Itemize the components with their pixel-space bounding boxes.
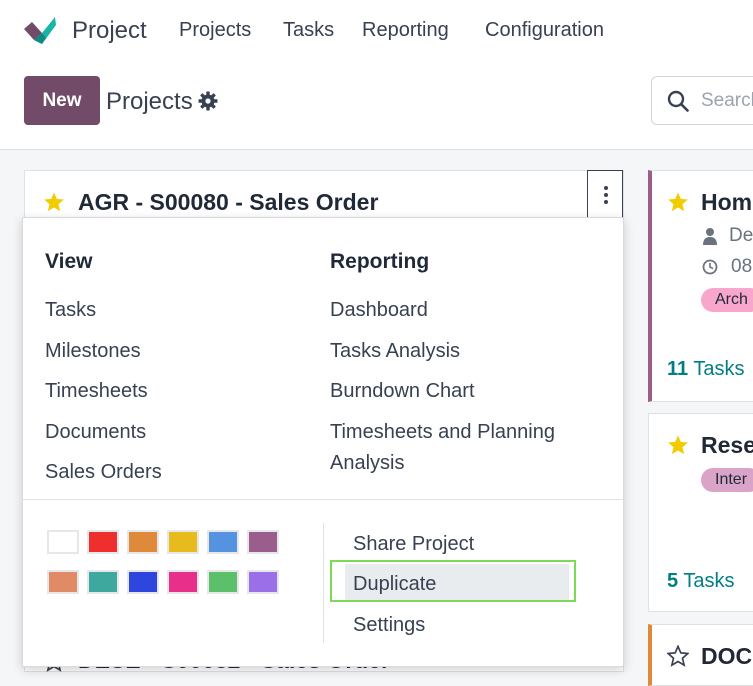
- view-milestones[interactable]: Milestones: [45, 340, 141, 363]
- view-sales-orders[interactable]: Sales Orders: [45, 461, 162, 484]
- project-title-right-3[interactable]: DOC: [701, 643, 752, 670]
- settings-item[interactable]: Settings: [353, 614, 425, 637]
- project-title-right-1[interactable]: Hom: [701, 189, 752, 216]
- dropdown-vertical-divider: [323, 523, 324, 643]
- breadcrumb: Projects: [106, 88, 193, 115]
- favorite-star-icon[interactable]: [667, 434, 689, 456]
- color-swatch[interactable]: [247, 570, 279, 594]
- tasks-link[interactable]: 11 Tasks: [667, 358, 744, 381]
- menu-configuration[interactable]: Configuration: [485, 19, 604, 42]
- search-placeholder: Search...: [701, 90, 753, 111]
- search-input[interactable]: Search...: [651, 76, 753, 125]
- new-button[interactable]: New: [24, 76, 100, 125]
- project-title[interactable]: AGR - S00080 - Sales Order: [78, 189, 378, 216]
- color-swatch[interactable]: [207, 570, 239, 594]
- project-date: 08: [731, 256, 753, 277]
- color-swatch[interactable]: [167, 570, 199, 594]
- color-swatch[interactable]: [47, 530, 79, 554]
- tag-badge: Inter: [701, 468, 753, 492]
- color-swatch[interactable]: [127, 570, 159, 594]
- app-name[interactable]: Project: [72, 17, 147, 45]
- project-app-logo[interactable]: [22, 13, 58, 47]
- share-project-item[interactable]: Share Project: [353, 533, 474, 556]
- user-icon: [703, 228, 717, 245]
- customer-name: De: [729, 225, 753, 246]
- reporting-section-title: Reporting: [330, 250, 430, 273]
- duplicate-item[interactable]: Duplicate: [353, 573, 436, 596]
- view-tasks[interactable]: Tasks: [45, 299, 96, 322]
- reporting-dashboard[interactable]: Dashboard: [330, 299, 428, 322]
- reporting-timesheets-planning-cont[interactable]: Analysis: [330, 452, 404, 475]
- view-section-title: View: [45, 250, 93, 273]
- menu-reporting[interactable]: Reporting: [362, 19, 449, 42]
- menu-tasks[interactable]: Tasks: [283, 19, 334, 42]
- color-swatch[interactable]: [247, 530, 279, 554]
- favorite-star-icon[interactable]: [667, 191, 689, 213]
- project-dropdown-menu: View Tasks Milestones Timesheets Documen…: [22, 217, 624, 667]
- tag-badge: Arch: [701, 288, 753, 312]
- menu-projects[interactable]: Projects: [179, 19, 251, 42]
- favorite-star-outline-icon[interactable]: [667, 645, 689, 667]
- color-swatch[interactable]: [167, 530, 199, 554]
- reporting-timesheets-planning[interactable]: Timesheets and Planning: [330, 421, 555, 444]
- view-documents[interactable]: Documents: [45, 421, 146, 444]
- view-timesheets[interactable]: Timesheets: [45, 380, 148, 403]
- tasks-link[interactable]: 5 Tasks: [667, 570, 734, 593]
- color-swatch[interactable]: [87, 530, 119, 554]
- color-swatch[interactable]: [87, 570, 119, 594]
- reporting-tasks-analysis[interactable]: Tasks Analysis: [330, 340, 460, 363]
- kebab-menu-button[interactable]: [587, 170, 623, 219]
- favorite-star-icon[interactable]: [43, 191, 65, 213]
- gear-icon[interactable]: [198, 91, 218, 111]
- search-icon: [667, 90, 689, 112]
- reporting-burndown-chart[interactable]: Burndown Chart: [330, 380, 475, 403]
- clock-icon: [702, 259, 718, 275]
- project-title-right-2[interactable]: Rese: [701, 432, 753, 459]
- control-panel: New Projects Search...: [0, 62, 753, 150]
- color-swatch[interactable]: [207, 530, 239, 554]
- color-swatch[interactable]: [47, 570, 79, 594]
- top-navbar: Project Projects Tasks Reporting Configu…: [0, 0, 753, 62]
- dropdown-divider: [23, 499, 623, 500]
- color-swatch[interactable]: [127, 530, 159, 554]
